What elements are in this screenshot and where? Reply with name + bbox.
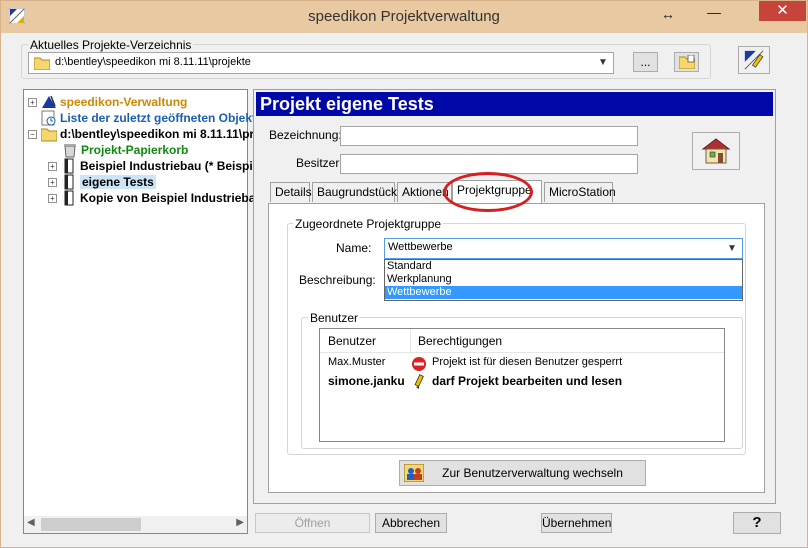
draw-tool-icon: [744, 50, 764, 70]
projektgruppe-dropdown-list[interactable]: Standard Werkplanung Wettbewerbe: [384, 259, 743, 301]
blocked-icon: [412, 357, 426, 371]
dropdown-option-standard[interactable]: Standard: [385, 260, 742, 273]
cancel-button[interactable]: Abbrechen: [375, 513, 447, 533]
project-header: Projekt eigene Tests: [256, 92, 773, 116]
tree-item-label: eigene Tests: [80, 175, 156, 189]
list-header: Benutzer Berechtigungen: [320, 329, 724, 353]
close-button[interactable]: ✕: [759, 1, 806, 21]
projektgruppe-group-label: Zugeordnete Projektgruppe: [293, 217, 444, 231]
row-rights: Projekt ist für diesen Benutzer gesperrt: [432, 356, 623, 368]
tree-item-speedikon-verwaltung[interactable]: + speedikon-Verwaltung: [28, 94, 187, 110]
tab-details[interactable]: Details: [270, 182, 312, 202]
project-icon: [64, 190, 74, 206]
project-tree[interactable]: + speedikon-Verwaltung Liste der zuletzt…: [23, 89, 289, 534]
besitzer-label: Besitzer:: [296, 156, 343, 170]
recycle-bin-icon: [64, 144, 76, 158]
directory-combo[interactable]: d:\bentley\speedikon mi 8.11.11\projekte…: [28, 52, 614, 74]
project-icon: [64, 158, 74, 174]
house-icon: [701, 138, 731, 164]
bezeichnung-label: Bezeichnung:: [269, 128, 342, 142]
tree-item-label: Projekt-Papierkorb: [81, 143, 189, 157]
expand-icon[interactable]: +: [48, 161, 57, 171]
dropdown-option-werkplanung[interactable]: Werkplanung: [385, 273, 742, 286]
folder-open-icon: [678, 54, 695, 70]
chevron-down-icon[interactable]: ▼: [596, 56, 610, 70]
directory-path: d:\bentley\speedikon mi 8.11.11\projekte: [55, 56, 251, 68]
help-button[interactable]: ?: [733, 512, 781, 534]
tab-baugrundstueck[interactable]: Baugrundstück: [312, 182, 397, 202]
bezeichnung-field[interactable]: [340, 126, 638, 146]
apply-button[interactable]: Übernehmen: [541, 513, 612, 533]
tree-item-project-directory[interactable]: − d:\bentley\speedikon mi 8.11.11\projek…: [28, 126, 289, 142]
user-admin-icon: [404, 464, 424, 482]
benutzer-group-label: Benutzer: [308, 311, 361, 325]
row-rights: darf Projekt bearbeiten und lesen: [432, 374, 623, 388]
column-header-berechtigungen[interactable]: Berechtigungen: [418, 334, 502, 348]
main-window: speedikon Projektverwaltung ↔ — ✕ Aktuel…: [0, 0, 808, 548]
settings-button[interactable]: [738, 46, 770, 74]
tree-item-beispiel-industriebau[interactable]: + Beispiel Industriebau (* Beispiel): [48, 158, 267, 174]
scrollbar-thumb[interactable]: [41, 518, 141, 531]
tree-item-eigene-tests[interactable]: + eigene Tests: [48, 174, 156, 190]
expand-icon[interactable]: +: [48, 177, 57, 187]
tree-item-label: speedikon-Verwaltung: [60, 95, 188, 109]
tree-item-recent-list[interactable]: Liste der zuletzt geöffneten Objekte: [41, 110, 263, 126]
collapse-icon[interactable]: −: [28, 129, 37, 139]
dropdown-option-wettbewerbe[interactable]: Wettbewerbe: [385, 286, 742, 299]
row-user: Max.Muster: [328, 356, 386, 368]
switch-user-admin-button[interactable]: Zur Benutzerverwaltung wechseln: [399, 460, 646, 486]
chevron-down-icon[interactable]: ▼: [725, 242, 739, 256]
folder-icon: [34, 57, 50, 70]
tree-item-label: Kopie von Beispiel Industriebau: [80, 191, 263, 205]
expand-icon[interactable]: +: [48, 193, 57, 203]
column-header-benutzer[interactable]: Benutzer: [328, 334, 376, 348]
benutzer-list[interactable]: Benutzer Berechtigungen Max.Muster Proje…: [319, 328, 725, 442]
table-row[interactable]: Max.Muster Projekt ist für diesen Benutz…: [320, 355, 724, 373]
scroll-left-icon[interactable]: ◀: [27, 517, 35, 528]
admin-icon: [42, 95, 56, 108]
recent-list-icon: [41, 110, 56, 126]
tree-item-papierkorb[interactable]: Projekt-Papierkorb: [62, 142, 188, 158]
browse-button[interactable]: ...: [633, 52, 658, 72]
directory-group-label: Aktuelles Projekte-Verzeichnis: [28, 38, 194, 52]
table-row[interactable]: simone.janku darf Projekt bearbeiten und…: [320, 373, 724, 391]
open-button[interactable]: Öffnen: [255, 513, 370, 533]
project-icon: [64, 174, 74, 190]
projektgruppe-selected: Wettbewerbe: [388, 241, 453, 253]
folder-icon: [41, 128, 57, 142]
highlight-ellipse: [443, 172, 533, 212]
tab-microstation[interactable]: MicroStation: [544, 182, 616, 202]
project-house-button[interactable]: [692, 132, 740, 170]
beschreibung-label: Beschreibung:: [299, 273, 376, 287]
expand-icon[interactable]: +: [28, 97, 37, 107]
scroll-right-icon[interactable]: ▶: [236, 517, 244, 528]
horizontal-scrollbar[interactable]: ◀ ▶: [24, 516, 247, 533]
tree-item-label: Beispiel Industriebau (* Beispiel): [80, 159, 267, 173]
tree-item-kopie-beispiel[interactable]: + Kopie von Beispiel Industriebau: [48, 190, 263, 206]
tree-item-label: Liste der zuletzt geöffneten Objekte: [60, 111, 263, 125]
switch-user-admin-label: Zur Benutzerverwaltung wechseln: [442, 466, 623, 480]
open-folder-button[interactable]: [674, 52, 699, 72]
besitzer-field[interactable]: [340, 154, 638, 174]
window-title: speedikon Projektverwaltung: [308, 8, 500, 25]
title-bar[interactable]: speedikon Projektverwaltung ↔ — ✕: [1, 1, 807, 33]
minimize-button[interactable]: —: [701, 5, 727, 25]
pencil-icon: [414, 374, 424, 389]
name-label: Name:: [336, 241, 372, 255]
projektgruppe-combo[interactable]: Wettbewerbe ▼: [384, 238, 743, 259]
column-divider[interactable]: [410, 329, 411, 353]
row-user: simone.janku: [328, 374, 405, 388]
resize-icon[interactable]: ↔: [661, 6, 675, 22]
